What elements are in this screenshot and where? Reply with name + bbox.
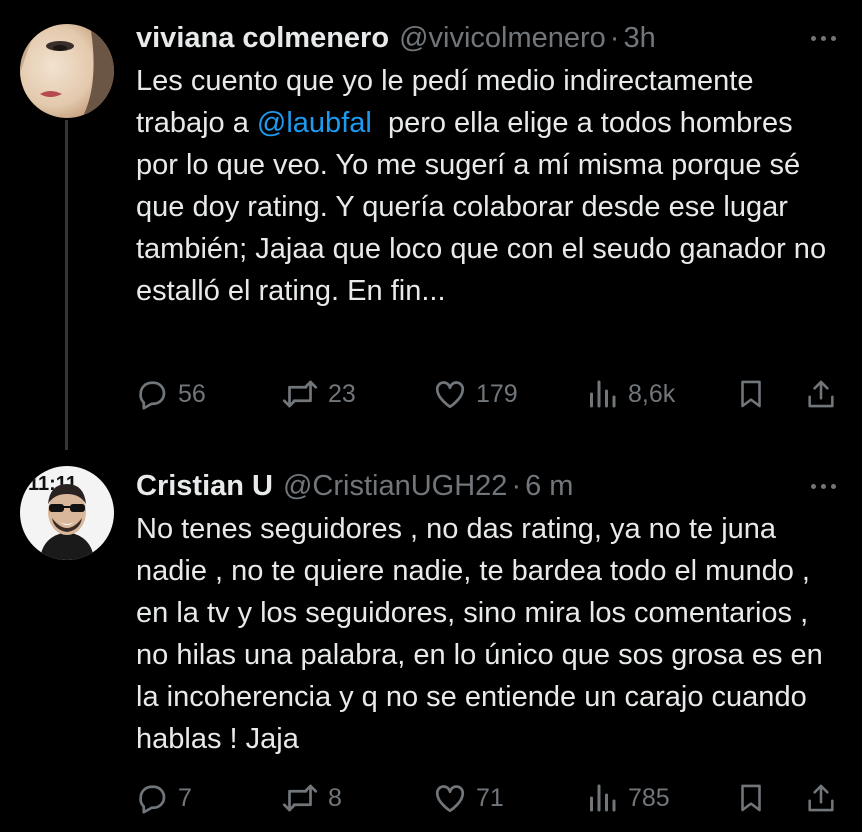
views-button[interactable]: 8,6k bbox=[584, 376, 734, 412]
timestamp[interactable]: 6 m bbox=[525, 470, 573, 503]
retweet-button[interactable]: 8 bbox=[280, 780, 432, 816]
reply-count: 7 bbox=[178, 783, 192, 812]
views-button[interactable]: 785 bbox=[584, 780, 734, 816]
tweet-header: viviana colmenero @vivicolmenero · 3h bbox=[136, 18, 656, 58]
thread-line bbox=[65, 120, 68, 450]
more-icon[interactable] bbox=[806, 28, 840, 48]
reply-count: 56 bbox=[178, 379, 206, 408]
retweet-icon bbox=[282, 380, 318, 408]
tweet-header: Cristian U @CristianUGH22 · 6 m bbox=[136, 466, 573, 506]
author-name[interactable]: Cristian U bbox=[136, 470, 273, 503]
tweet-text: No tenes seguidores , no das rating, ya … bbox=[136, 513, 831, 755]
author-handle[interactable]: @vivicolmenero bbox=[399, 22, 606, 55]
like-icon bbox=[435, 381, 465, 409]
share-button[interactable] bbox=[804, 780, 844, 816]
separator: · bbox=[511, 469, 522, 502]
author-name[interactable]: viviana colmenero bbox=[136, 22, 389, 55]
like-icon bbox=[435, 785, 465, 813]
reply-icon bbox=[139, 785, 166, 814]
tweet-1[interactable]: viviana colmenero @vivicolmenero · 3h Le… bbox=[0, 0, 862, 450]
views-icon bbox=[590, 784, 616, 812]
action-bar: 56 23 179 8,6k bbox=[134, 374, 846, 414]
retweet-button[interactable]: 23 bbox=[280, 376, 432, 412]
share-button[interactable] bbox=[804, 376, 844, 412]
reply-button[interactable]: 7 bbox=[134, 780, 280, 816]
retweet-count: 23 bbox=[328, 379, 356, 408]
reply-button[interactable]: 56 bbox=[134, 376, 280, 412]
like-count: 179 bbox=[476, 379, 518, 408]
retweet-icon bbox=[282, 784, 318, 812]
bookmark-button[interactable] bbox=[734, 376, 804, 412]
tweet-2[interactable]: 11:11 Cristian U @CristianUGH22 · 6 m No… bbox=[0, 460, 862, 832]
action-bar: 7 8 71 785 bbox=[134, 778, 846, 818]
bookmark-button[interactable] bbox=[734, 780, 804, 816]
like-count: 71 bbox=[476, 783, 504, 812]
separator: · bbox=[609, 21, 620, 54]
bookmark-icon bbox=[741, 784, 761, 812]
reply-icon bbox=[139, 381, 166, 410]
views-icon bbox=[590, 380, 616, 408]
like-button[interactable]: 179 bbox=[432, 376, 584, 412]
mention-link[interactable]: @laubfal bbox=[257, 107, 372, 139]
avatar[interactable] bbox=[20, 24, 114, 118]
more-icon[interactable] bbox=[806, 476, 840, 496]
timestamp[interactable]: 3h bbox=[623, 22, 655, 55]
view-count: 8,6k bbox=[628, 379, 676, 408]
like-button[interactable]: 71 bbox=[432, 780, 584, 816]
retweet-count: 8 bbox=[328, 783, 342, 812]
view-count: 785 bbox=[628, 783, 670, 812]
share-icon bbox=[808, 380, 834, 408]
bookmark-icon bbox=[741, 380, 761, 408]
avatar[interactable]: 11:11 bbox=[20, 466, 114, 560]
share-icon bbox=[808, 784, 834, 812]
tweet-text: Les cuento que yo le pedí medio indirect… bbox=[136, 60, 842, 312]
author-handle[interactable]: @CristianUGH22 bbox=[283, 470, 507, 503]
